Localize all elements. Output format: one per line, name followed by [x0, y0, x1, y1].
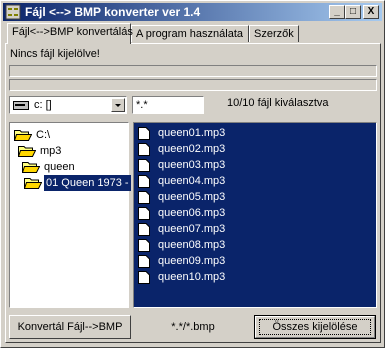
file-icon [138, 127, 150, 140]
file-icon [138, 175, 150, 188]
status-text: Nincs fájl kijelölve! [10, 48, 100, 60]
directory-label: C:\ [36, 129, 51, 141]
tab-program-usage[interactable]: A program használata [131, 25, 249, 42]
file-filter-input[interactable] [132, 96, 204, 114]
file-icon [138, 143, 150, 156]
tab-authors[interactable]: Szerzők [249, 25, 299, 42]
open-folder-icon [18, 146, 36, 157]
directory-list[interactable]: C:\ mp3 queen 01 Queen 1973 - [9, 122, 131, 308]
file-name: queen08.mp3 [158, 239, 226, 251]
file-icon [138, 207, 150, 220]
file-name: queen01.mp3 [158, 127, 226, 139]
title-bar[interactable]: Fájl <--> BMP konverter ver 1.4 _ □ X [3, 3, 382, 21]
drive-icon [13, 101, 29, 110]
maximize-button[interactable]: □ [345, 5, 361, 19]
file-list[interactable]: queen01.mp3 queen02.mp3 queen03.mp3 quee… [133, 122, 377, 308]
bmp-mask-label: *.*/*.bmp [171, 321, 215, 333]
app-window: Fájl <--> BMP konverter ver 1.4 _ □ X Fá… [0, 0, 385, 348]
file-icon [138, 191, 150, 204]
tab-converter[interactable]: Fájl<-->BMP konvertálás [7, 23, 133, 44]
progress-bar-2 [9, 79, 377, 91]
file-icon [138, 271, 150, 284]
open-folder-icon [14, 130, 32, 141]
minimize-button[interactable]: _ [329, 5, 345, 19]
progress-bar-1 [9, 65, 377, 77]
convert-button[interactable]: Konvertál Fájl-->BMP [9, 315, 131, 339]
open-folder-icon [24, 178, 42, 189]
file-name: queen09.mp3 [158, 255, 226, 267]
file-icon [138, 255, 150, 268]
file-name: queen04.mp3 [158, 175, 226, 187]
directory-label: 01 Queen 1973 - [44, 175, 131, 191]
directory-label: queen [44, 161, 75, 173]
drive-select[interactable]: c: [] [9, 96, 127, 114]
file-icon [138, 159, 150, 172]
directory-label: mp3 [40, 145, 62, 157]
select-all-button[interactable]: Összes kijelölése [254, 315, 376, 339]
drive-value: c: [] [34, 99, 52, 111]
file-name: queen10.mp3 [158, 271, 226, 283]
file-name: queen05.mp3 [158, 191, 226, 203]
file-icon [138, 239, 150, 252]
selection-count: 10/10 fájl kiválasztva [227, 97, 329, 109]
file-name: queen03.mp3 [158, 159, 226, 171]
select-all-label: Összes kijelölése [272, 321, 358, 333]
file-name: queen02.mp3 [158, 143, 226, 155]
chevron-down-icon[interactable] [111, 98, 125, 112]
window-title: Fájl <--> BMP konverter ver 1.4 [25, 5, 201, 19]
file-name: queen06.mp3 [158, 207, 226, 219]
open-folder-icon [22, 162, 40, 173]
app-icon [5, 4, 21, 20]
file-name: queen07.mp3 [158, 223, 226, 235]
close-button[interactable]: X [363, 5, 379, 19]
file-icon [138, 223, 150, 236]
